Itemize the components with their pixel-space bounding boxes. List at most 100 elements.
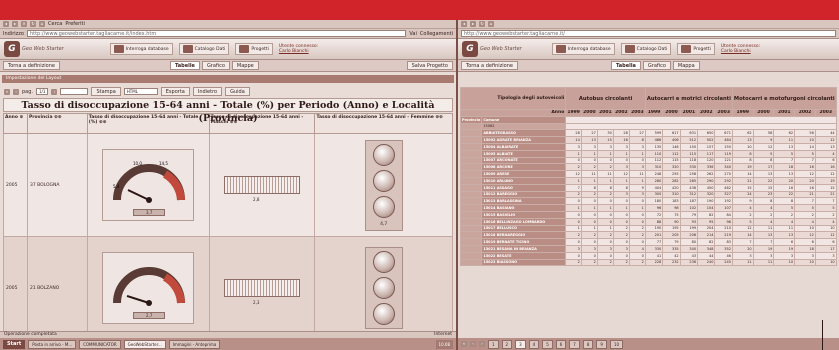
comune-name[interactable]: 15002 AGRATE BRIANZA bbox=[481, 136, 567, 144]
header-year[interactable]: Anno ⊕ bbox=[3, 113, 28, 134]
comune-name[interactable]: 15013 BARLASSINA bbox=[481, 197, 567, 206]
address-input[interactable]: http://www.geowebstarter.tagliacarne.it/… bbox=[26, 30, 407, 37]
tab-tables[interactable]: Tabelle bbox=[170, 61, 200, 70]
user-name[interactable]: Carlo Bianchi bbox=[721, 49, 760, 54]
sheet-tab[interactable]: 9 bbox=[596, 339, 607, 349]
query-database-button[interactable]: Interroga database bbox=[551, 43, 615, 55]
comune-name[interactable]: 15012 BAREGGIO bbox=[481, 190, 567, 199]
year-header[interactable]: 2001 bbox=[596, 109, 614, 117]
comune-name[interactable]: 15015 BASIGLIO bbox=[481, 210, 567, 219]
dim-province[interactable]: Provincia bbox=[460, 115, 483, 124]
comune-name[interactable]: 15009 ARESE bbox=[481, 170, 567, 178]
address-input[interactable]: http://www.geowebstarter.tagliacarne.it/ bbox=[461, 30, 836, 37]
year-header[interactable]: 2000 bbox=[752, 109, 775, 117]
taskbar-item[interactable]: Immagini - Anteprima bbox=[168, 339, 221, 349]
stop-icon[interactable]: × bbox=[21, 21, 27, 27]
group-header[interactable]: Autobus circolanti bbox=[565, 87, 646, 110]
taskbar-item[interactable]: Posta in arrivo - M... bbox=[28, 339, 77, 349]
year-header[interactable]: 2002 bbox=[612, 109, 630, 117]
projects-button[interactable]: Progetti bbox=[235, 43, 273, 55]
comune-name[interactable]: 15022 BESATE bbox=[481, 251, 567, 260]
comune-name[interactable]: 15008 ARCORE bbox=[481, 163, 567, 172]
sheet-first-icon[interactable]: « bbox=[461, 341, 467, 347]
comune-name[interactable]: 15014 BASIANO bbox=[481, 204, 567, 212]
menu-item[interactable]: Cerca bbox=[48, 21, 62, 27]
group-header[interactable]: Autocarri e motrici circolanti bbox=[644, 87, 733, 110]
year-header[interactable]: 2003 bbox=[714, 109, 733, 117]
comune-name[interactable]: 15023 BIASSONO bbox=[481, 258, 567, 267]
start-button[interactable]: Start bbox=[3, 339, 26, 349]
back-icon[interactable]: ◂ bbox=[3, 21, 9, 27]
projects-button[interactable]: Progetti bbox=[677, 43, 715, 55]
sheet-prev-icon[interactable]: ‹ bbox=[470, 341, 476, 347]
refresh-icon[interactable]: ↻ bbox=[479, 21, 485, 27]
taskbar-item[interactable]: COMMUNICATOR bbox=[79, 339, 121, 349]
year-header[interactable]: 2003 bbox=[814, 109, 837, 117]
comune-name[interactable]: 15011 ASSAGO bbox=[481, 183, 567, 192]
refresh-icon[interactable]: ↻ bbox=[30, 21, 36, 27]
search-input[interactable] bbox=[60, 88, 89, 95]
group-header[interactable]: Motocarri e motofurgoni circolanti bbox=[731, 87, 837, 110]
year-header[interactable]: 2001 bbox=[679, 109, 699, 117]
home-icon[interactable]: ⌂ bbox=[39, 21, 45, 27]
tab-map[interactable]: Mappa bbox=[672, 61, 700, 70]
header-female[interactable]: Tasso di disoccupazione 15-64 anni - Fem… bbox=[314, 113, 453, 134]
query-database-button[interactable]: Interroga database bbox=[109, 43, 173, 55]
tab-chart[interactable]: Grafico bbox=[642, 61, 671, 70]
back-icon[interactable]: ◂ bbox=[461, 21, 467, 27]
sheet-tab[interactable]: 10 bbox=[609, 339, 624, 349]
sheet-tab[interactable]: 4 bbox=[528, 339, 540, 349]
header-total[interactable]: Tasso di disoccupazione 15-64 anni - Tot… bbox=[86, 113, 210, 134]
sheet-tab[interactable]: 7 bbox=[569, 339, 580, 349]
year-header[interactable]: 2003 bbox=[628, 109, 646, 117]
sheet-tab[interactable]: 6 bbox=[555, 339, 567, 349]
comune-name[interactable]: 15019 BERNATE TICINO bbox=[481, 238, 567, 246]
data-catalog-button[interactable]: Catalogo Dati bbox=[620, 43, 672, 55]
dim-comune[interactable]: Comune bbox=[481, 115, 567, 124]
comune-name[interactable]: 15005 ALBIATE bbox=[481, 149, 567, 158]
tab-maps[interactable]: Mappe bbox=[231, 61, 259, 70]
forward-icon[interactable]: ▸ bbox=[470, 21, 476, 27]
back-to-definition-link[interactable]: Torna a definizione bbox=[3, 61, 60, 70]
sheet-tab[interactable]: 2 bbox=[501, 339, 513, 349]
format-select[interactable]: HTML bbox=[123, 88, 158, 95]
menu-item[interactable]: Preferiti bbox=[65, 21, 85, 27]
year-header[interactable]: 1999 bbox=[731, 109, 754, 117]
help-button[interactable]: Guida bbox=[225, 87, 250, 96]
header-male[interactable]: Tasso di disoccupazione 15-64 anni - Mas… bbox=[208, 113, 316, 134]
back-to-definition-link[interactable]: Torna a definizione bbox=[461, 61, 518, 70]
comune-name[interactable]: 15007 ARCONATE bbox=[481, 156, 567, 165]
year-header[interactable]: 2002 bbox=[697, 109, 716, 117]
prev-page-icon[interactable]: ‹ bbox=[13, 88, 19, 95]
home-icon[interactable]: ⌂ bbox=[488, 21, 494, 27]
comune-name[interactable]: 15018 BERNAREGGIO bbox=[481, 231, 567, 240]
taskbar-item[interactable]: GeoWebStarter... bbox=[123, 339, 166, 349]
comune-name[interactable]: 15016 BELLINZAGO LOMBARDO bbox=[481, 217, 567, 226]
forward-icon[interactable]: ▸ bbox=[12, 21, 18, 27]
year-header[interactable]: 1999 bbox=[565, 109, 582, 117]
comune-name[interactable]: 15010 ARLUNO bbox=[481, 176, 567, 185]
save-project-link[interactable]: Salva Progetto bbox=[406, 61, 453, 70]
links-label[interactable]: Collegamenti bbox=[420, 31, 453, 37]
sheet-tab[interactable]: 8 bbox=[582, 339, 594, 349]
header-province[interactable]: Provincia ⊕⊕ bbox=[26, 113, 88, 134]
comune-name[interactable]: 15004 ALBAIRATE bbox=[481, 142, 567, 151]
comune-name[interactable]: 15021 BESANA IN BRIANZA bbox=[481, 244, 567, 253]
year-header[interactable]: 2002 bbox=[794, 109, 816, 117]
tab-table[interactable]: Tabella bbox=[611, 61, 641, 70]
user-name[interactable]: Carlo Bianchi bbox=[279, 49, 318, 54]
page-input[interactable]: 1/1 bbox=[36, 88, 49, 95]
sheet-tab[interactable]: 5 bbox=[542, 339, 553, 349]
sheet-tab[interactable]: 1 bbox=[488, 339, 499, 349]
next-page-icon[interactable]: › bbox=[51, 88, 58, 95]
back-button[interactable]: Indietro bbox=[192, 87, 223, 96]
layout-settings-bar[interactable]: Impostazione del Layout bbox=[2, 75, 454, 83]
comune-name[interactable]: 15017 BELLUSCO bbox=[481, 224, 567, 233]
year-header[interactable]: 1999 bbox=[644, 109, 664, 117]
first-page-icon[interactable]: « bbox=[4, 88, 10, 95]
go-button[interactable]: Vai bbox=[409, 31, 417, 37]
data-catalog-button[interactable]: Catalogo Dati bbox=[178, 43, 230, 55]
year-header[interactable]: 2000 bbox=[662, 109, 681, 117]
comune-name[interactable]: ABBIATEGRASSO bbox=[481, 129, 567, 138]
sheet-tab[interactable]: 3 bbox=[515, 339, 526, 349]
